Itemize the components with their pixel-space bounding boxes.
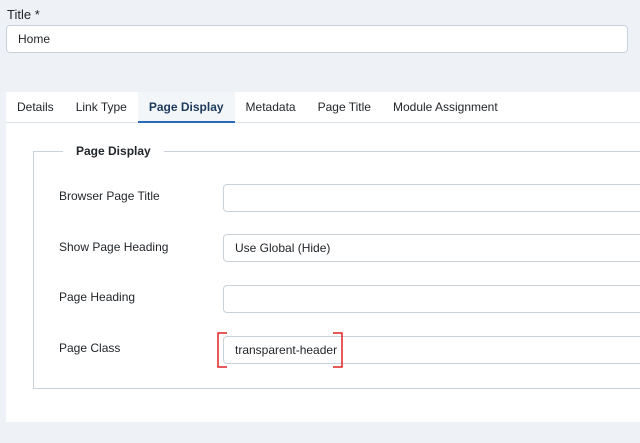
tab-page-display[interactable]: Page Display xyxy=(137,92,235,123)
tab-module-assignment[interactable]: Module Assignment xyxy=(382,92,509,122)
browser-page-title-input[interactable] xyxy=(223,184,640,212)
show-page-heading-value: Use Global (Hide) xyxy=(235,241,331,255)
title-input[interactable] xyxy=(6,25,628,53)
tab-details[interactable]: Details xyxy=(6,92,65,122)
page-class-input[interactable] xyxy=(223,336,640,364)
tab-link-type[interactable]: Link Type xyxy=(65,92,138,122)
browser-page-title-label: Browser Page Title xyxy=(59,189,160,203)
page-class-label: Page Class xyxy=(59,341,121,355)
edit-card: Details Link Type Page Display Metadata … xyxy=(6,92,640,422)
page-heading-input[interactable] xyxy=(223,285,640,313)
show-page-heading-label: Show Page Heading xyxy=(59,240,169,254)
page-heading-label: Page Heading xyxy=(59,290,136,304)
tab-metadata[interactable]: Metadata xyxy=(235,92,307,122)
title-label: Title * xyxy=(7,7,40,22)
tab-bar: Details Link Type Page Display Metadata … xyxy=(6,92,640,123)
show-page-heading-select[interactable]: Use Global (Hide) xyxy=(223,234,640,262)
tab-page-title[interactable]: Page Title xyxy=(307,92,382,122)
page-display-legend: Page Display xyxy=(63,144,164,158)
